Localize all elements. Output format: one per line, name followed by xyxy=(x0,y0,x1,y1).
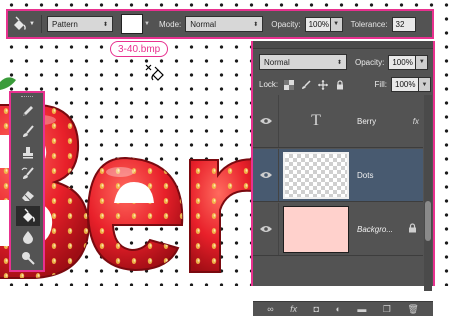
layer-row-background[interactable]: Backgro... xyxy=(253,203,423,256)
separator xyxy=(41,15,42,33)
layer-row-dots[interactable]: Dots xyxy=(253,149,423,202)
select-arrows-icon: ⬍ xyxy=(336,59,342,66)
tool-preset-picker[interactable]: ▼ xyxy=(8,11,38,37)
tools-panel xyxy=(9,91,45,272)
tool-history-brush[interactable] xyxy=(16,164,40,184)
layer-name[interactable]: Dots xyxy=(357,171,373,180)
eye-icon xyxy=(259,118,272,124)
text-layer-icon: T xyxy=(311,112,321,129)
lock-all-icon[interactable] xyxy=(334,79,346,91)
layer-opacity-input[interactable]: 100% xyxy=(388,54,417,70)
paint-bucket-cursor-icon xyxy=(145,64,164,81)
paint-bucket-icon xyxy=(14,16,26,30)
layer-opacity-slider-button[interactable]: ▼ xyxy=(416,54,429,70)
layer-opacity-label: Opacity: xyxy=(355,57,385,67)
brush-icon xyxy=(23,125,34,137)
chevron-down-icon: ▼ xyxy=(29,21,35,27)
tolerance-label: Tolerance: xyxy=(350,19,388,29)
new-layer-icon[interactable]: ❐ xyxy=(383,304,391,315)
layer-name[interactable]: Backgro... xyxy=(357,225,393,234)
dodge-icon xyxy=(22,252,35,265)
lock-position-icon[interactable] xyxy=(317,79,329,91)
layers-scrollbar[interactable] xyxy=(424,95,432,291)
panel-header-strip xyxy=(253,41,433,49)
fill-input[interactable]: 100% xyxy=(391,77,419,92)
history-brush-icon xyxy=(21,167,34,179)
pattern-name-tooltip: 3-40.bmp xyxy=(110,41,169,57)
visibility-toggle[interactable] xyxy=(253,149,279,201)
blur-icon xyxy=(23,231,33,244)
link-layers-icon[interactable]: ∞ xyxy=(267,304,273,314)
select-arrows-icon: ⬍ xyxy=(253,21,259,28)
tool-eraser[interactable] xyxy=(16,185,40,205)
tool-paint-bucket[interactable] xyxy=(16,206,40,226)
layers-scrollbar-thumb[interactable] xyxy=(425,201,431,241)
tool-options-bar: ▼ Pattern ⬍ ▼ Mode: Normal ⬍ Opacity: 10… xyxy=(6,9,434,39)
tolerance-input[interactable]: 32 xyxy=(391,16,416,32)
tool-dodge[interactable] xyxy=(16,248,40,268)
layer-blend-mode-select[interactable]: Normal ⬍ xyxy=(259,54,347,70)
layers-footer: ∞ fx ◘ ◐ ▬ ❐ 🗑 xyxy=(253,301,433,316)
tool-clone-stamp[interactable] xyxy=(16,143,40,163)
fill-slider-button[interactable]: ▼ xyxy=(419,77,431,92)
fill-source-select[interactable]: Pattern ⬍ xyxy=(47,16,113,32)
opacity-slider-button[interactable]: ▼ xyxy=(330,16,343,32)
new-group-icon[interactable]: ▬ xyxy=(357,304,366,314)
eye-icon xyxy=(259,226,272,232)
tool-pencil[interactable] xyxy=(16,101,40,121)
lock-row: Lock: Fill: 100% ▼ xyxy=(259,77,431,92)
pattern-swatch[interactable] xyxy=(121,14,143,34)
layer-blend-mode-value: Normal xyxy=(264,57,290,67)
layer-list: T Berry fx Dots Backgro... xyxy=(253,95,423,300)
add-mask-icon[interactable]: ◘ xyxy=(314,304,319,314)
mode-value: Normal xyxy=(190,19,217,29)
opacity-input[interactable]: 100% xyxy=(304,16,331,32)
visibility-toggle[interactable] xyxy=(253,203,279,255)
tool-blur[interactable] xyxy=(16,227,40,247)
add-layer-style-icon[interactable]: fx xyxy=(290,304,297,314)
mode-label: Mode: xyxy=(159,19,182,29)
select-arrows-icon: ⬍ xyxy=(102,21,108,28)
eye-icon xyxy=(259,172,272,178)
opacity-label: Opacity: xyxy=(271,19,301,29)
mode-select[interactable]: Normal ⬍ xyxy=(185,16,264,32)
eraser-icon xyxy=(22,191,34,201)
lock-transparent-pixels-icon[interactable] xyxy=(283,79,295,91)
lock-icon xyxy=(408,223,417,235)
blend-row: Normal ⬍ Opacity: 100% ▼ xyxy=(259,54,429,70)
layer-thumbnail xyxy=(283,151,349,199)
panel-grip[interactable] xyxy=(21,96,33,98)
adjustment-layer-icon[interactable]: ◐ xyxy=(335,304,340,314)
tool-brush[interactable] xyxy=(16,122,40,142)
pattern-picker-arrow[interactable]: ▼ xyxy=(143,14,151,34)
layer-row-berry[interactable]: T Berry fx xyxy=(253,95,423,148)
fill-label: Fill: xyxy=(374,80,387,89)
delete-layer-icon[interactable]: 🗑 xyxy=(407,304,418,315)
lock-label: Lock: xyxy=(259,80,279,89)
layer-name[interactable]: Berry xyxy=(357,117,376,126)
fill-source-value: Pattern xyxy=(52,19,78,29)
layer-thumbnail xyxy=(283,205,349,253)
layers-panel: Normal ⬍ Opacity: 100% ▼ Lock: Fill: 100… xyxy=(251,41,435,316)
pencil-icon xyxy=(23,106,33,116)
paint-bucket-icon xyxy=(23,208,35,222)
lock-image-pixels-icon[interactable] xyxy=(300,79,312,91)
visibility-toggle[interactable] xyxy=(253,95,279,147)
layer-effects-icon[interactable]: fx xyxy=(413,117,419,126)
stamp-icon xyxy=(23,147,33,159)
